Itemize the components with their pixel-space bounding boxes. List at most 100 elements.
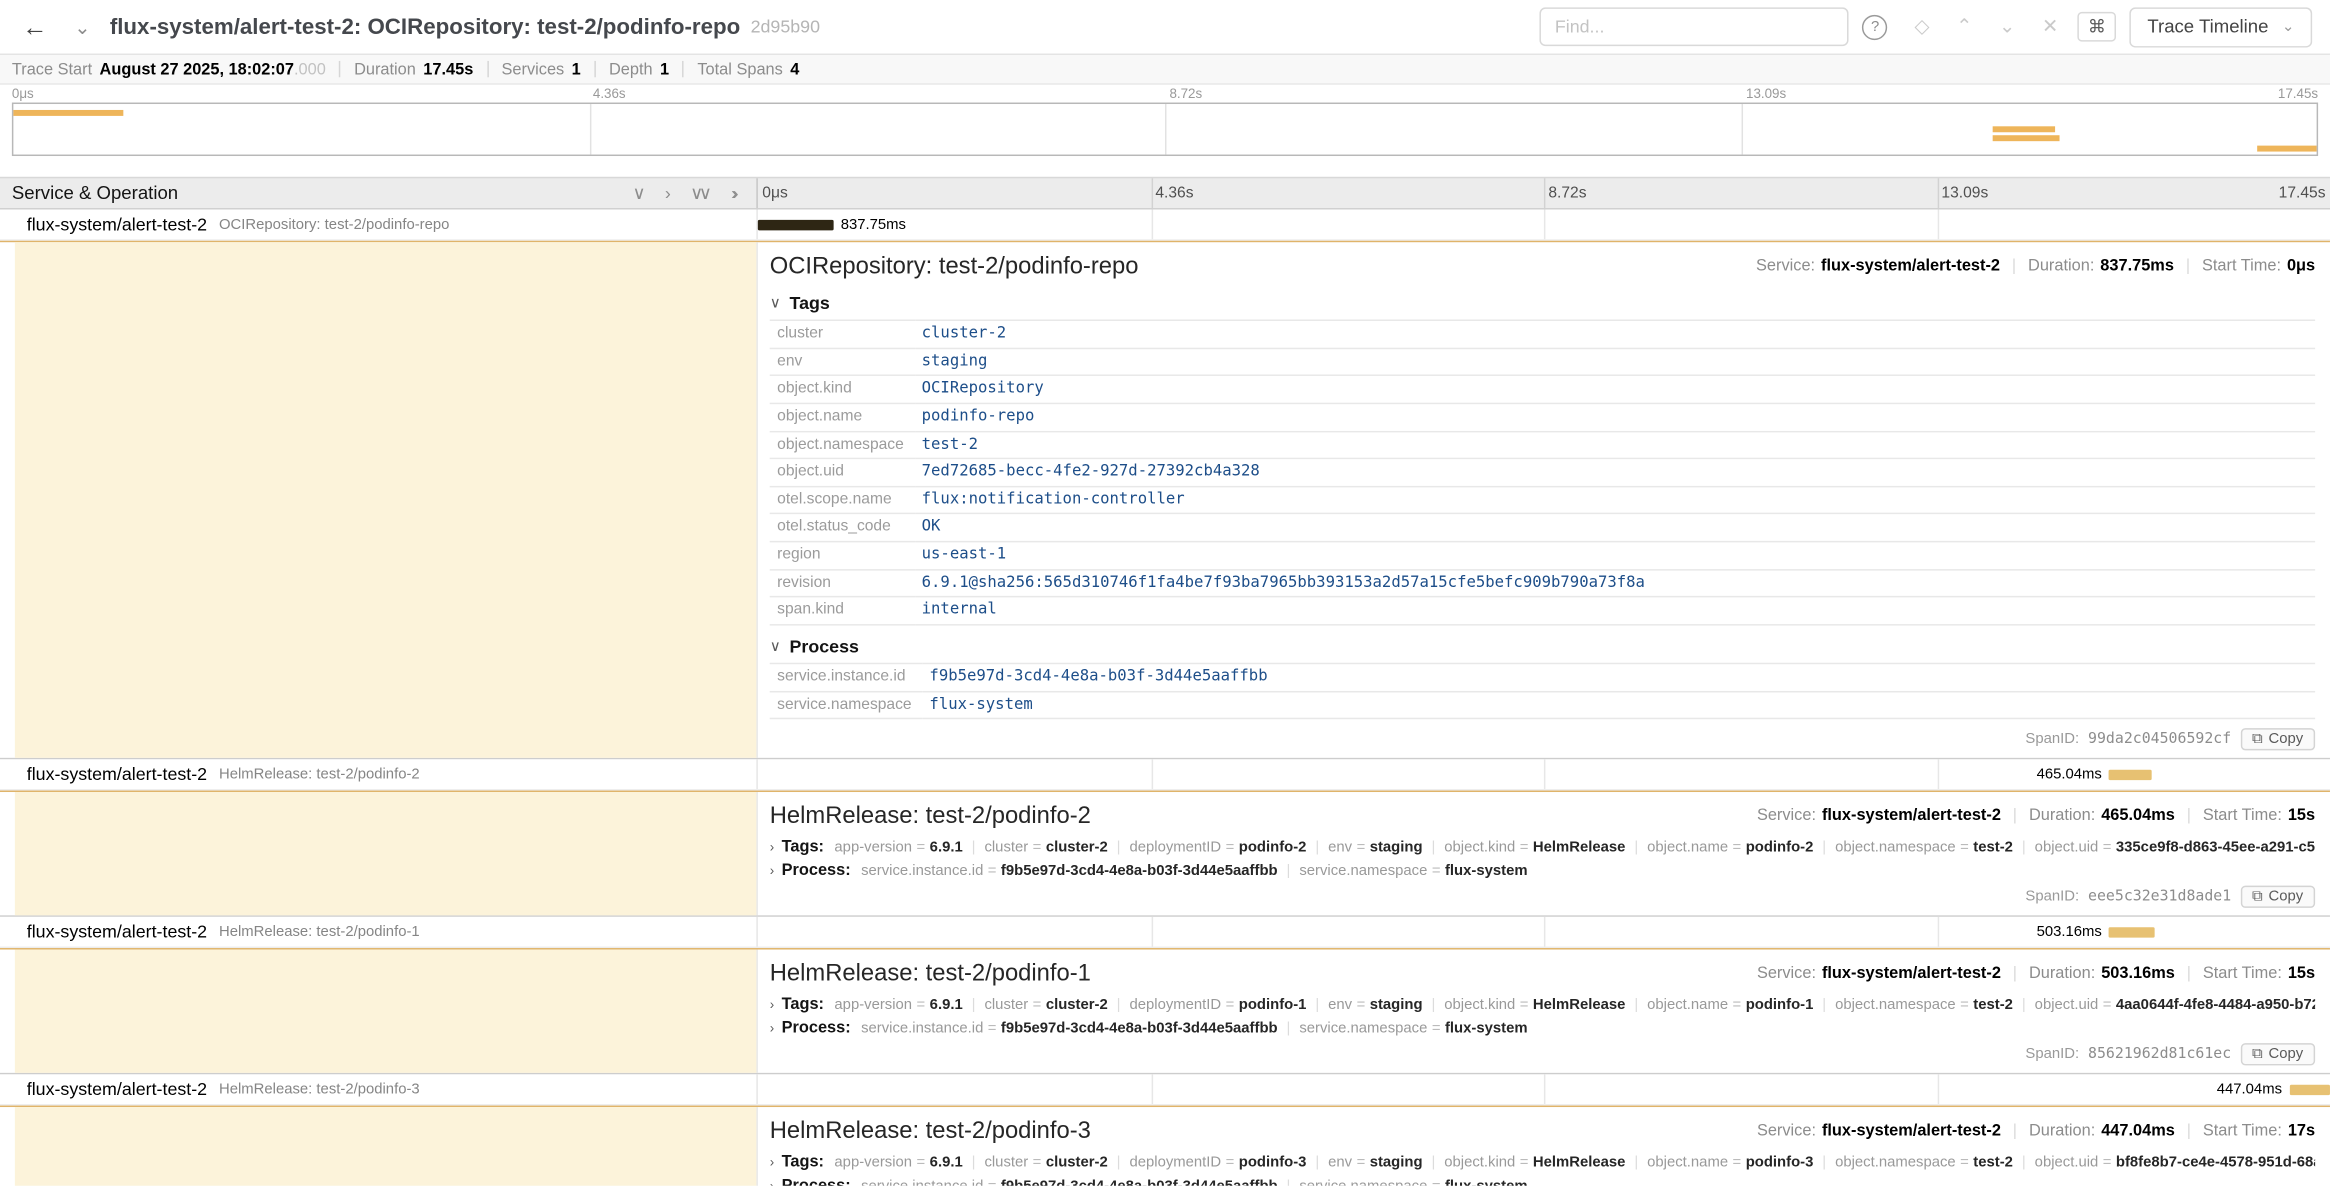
- span-detail-row: HelmRelease: test-2/podinfo-3 Service: f…: [0, 1106, 2330, 1186]
- divider: |: [972, 1154, 976, 1170]
- span-name-cell[interactable]: flux-system/alert-test-2 HelmRelease: te…: [0, 1075, 758, 1105]
- span-detail-footer: SpanID: 85621962d81c61ec ⧉ Copy: [770, 1044, 2315, 1066]
- tag-value: flux:notification-controller: [916, 486, 2315, 514]
- minimap-canvas[interactable]: [12, 103, 2318, 156]
- span-detail-header[interactable]: HelmRelease: test-2/podinfo-1 Service: f…: [770, 960, 2315, 990]
- chevron-right-icon: ›: [770, 864, 774, 879]
- copy-label: Copy: [2269, 1047, 2304, 1063]
- copy-button[interactable]: ⧉ Copy: [2240, 729, 2315, 751]
- keyboard-shortcuts-button[interactable]: ⌘: [2078, 12, 2117, 42]
- chevron-up-icon: ⌃: [1956, 15, 1972, 37]
- gridline: [1544, 760, 1545, 790]
- tags-summary: app-version=6.9.1|cluster=cluster-2|depl…: [834, 1154, 2315, 1170]
- view-selector[interactable]: Trace Timeline ⌄: [2130, 7, 2313, 47]
- tag-pair: service.instance.id=f9b5e97d-3cd4-4e8a-b…: [861, 1178, 1278, 1186]
- span-name-cell[interactable]: flux-system/alert-test-2 HelmRelease: te…: [0, 760, 758, 790]
- back-button[interactable]: ←: [15, 11, 55, 42]
- tag-value: OK: [916, 514, 2315, 542]
- tag-value: 6.9.1@sha256:565d310746f1fa4be7f93ba7965…: [916, 570, 2315, 598]
- span-detail-header[interactable]: HelmRelease: test-2/podinfo-3 Service: f…: [770, 1118, 2315, 1148]
- kv-row: otel.scope.nameflux:notification-control…: [770, 486, 2315, 514]
- start-time-value: 17s: [2288, 1122, 2315, 1140]
- process-accordion[interactable]: › Process: service.instance.id=f9b5e97d-…: [770, 862, 2315, 880]
- service-label: Service:: [1756, 257, 1815, 275]
- tags-accordion[interactable]: ∨ Tags: [770, 293, 2315, 314]
- tag-key: span.kind: [770, 597, 916, 625]
- tag-pair: cluster=cluster-2: [984, 839, 1107, 855]
- trace-title: flux-system/alert-test-2: OCIRepository:…: [110, 14, 740, 39]
- span-service-name: flux-system/alert-test-2: [27, 1079, 207, 1100]
- tags-accordion[interactable]: › Tags: app-version=6.9.1|cluster=cluste…: [770, 1154, 2315, 1172]
- next-result-button[interactable]: ⌄: [1986, 12, 2029, 42]
- span-bar[interactable]: [2109, 770, 2151, 780]
- process-summary: service.instance.id=f9b5e97d-3cd4-4e8a-b…: [861, 1178, 1527, 1186]
- find-input[interactable]: [1540, 7, 1849, 46]
- kv-row: otel.status_codeOK: [770, 514, 2315, 542]
- copy-button[interactable]: ⧉ Copy: [2240, 1044, 2315, 1066]
- tag-pair: object.name=podinfo-1: [1647, 997, 1813, 1013]
- duration-label: Duration:: [2029, 807, 2095, 825]
- process-label: Process:: [782, 1177, 851, 1185]
- collapse-all-button[interactable]: ››: [731, 183, 738, 204]
- tag-pair: cluster=cluster-2: [984, 1154, 1107, 1170]
- process-accordion[interactable]: › Process: service.instance.id=f9b5e97d-…: [770, 1020, 2315, 1038]
- minimap-span-bar: [1993, 135, 2059, 141]
- kv-row: service.namespaceflux-system: [770, 691, 2315, 719]
- span-bar[interactable]: [2109, 928, 2154, 938]
- timeline-collapser: ∨ › ∨∨ ››: [632, 183, 738, 204]
- span-rows: flux-system/alert-test-2 OCIRepository: …: [0, 210, 2330, 1186]
- tag-pair: service.namespace=flux-system: [1299, 863, 1527, 879]
- focus-span-button[interactable]: ◇: [1901, 12, 1943, 42]
- tag-pair: app-version=6.9.1: [834, 997, 962, 1013]
- chevron-down-icon: ⌄: [1999, 15, 2015, 37]
- span-duration-label: 465.04ms: [2037, 767, 2102, 783]
- span-detail-header[interactable]: OCIRepository: test-2/podinfo-repo Servi…: [770, 253, 2315, 283]
- tag-key: env: [770, 348, 916, 376]
- services-label: Services: [502, 60, 565, 78]
- gridline: [1741, 104, 1742, 155]
- copy-button[interactable]: ⧉ Copy: [2240, 886, 2315, 908]
- tag-value: podinfo-repo: [916, 403, 2315, 431]
- process-accordion[interactable]: › Process: service.instance.id=f9b5e97d-…: [770, 1177, 2315, 1185]
- span-id-label: SpanID:: [2025, 732, 2079, 748]
- span-name-cell[interactable]: flux-system/alert-test-2 OCIRepository: …: [0, 210, 758, 240]
- span-name-row: flux-system/alert-test-2 OCIRepository: …: [0, 210, 2330, 241]
- span-name-cell[interactable]: flux-system/alert-test-2 HelmRelease: te…: [0, 917, 758, 947]
- span-detail-header[interactable]: HelmRelease: test-2/podinfo-2 Service: f…: [770, 803, 2315, 833]
- span-bar[interactable]: [2289, 1085, 2329, 1095]
- minimap-tick: 13.09s: [1742, 86, 1787, 101]
- divider: |: [1431, 997, 1435, 1013]
- tags-accordion[interactable]: › Tags: app-version=6.9.1|cluster=cluste…: [770, 839, 2315, 857]
- span-bar[interactable]: [758, 220, 833, 230]
- duration-label: Duration:: [2028, 257, 2094, 275]
- question-icon: ?: [1871, 19, 1879, 35]
- top-bar: ← ⌄ flux-system/alert-test-2: OCIReposit…: [0, 0, 2330, 55]
- expand-all-button[interactable]: ∨∨: [690, 183, 712, 204]
- span-timeline-cell: 465.04ms: [758, 760, 2330, 790]
- span-detail-panel: HelmRelease: test-2/podinfo-2 Service: f…: [758, 793, 2330, 916]
- span-timeline-cell: 447.04ms: [758, 1075, 2330, 1105]
- divider: |: [2013, 1122, 2017, 1140]
- span-detail-indent: [0, 950, 758, 1073]
- clear-search-button[interactable]: ✕: [2029, 12, 2072, 42]
- help-button[interactable]: ?: [1862, 14, 1887, 39]
- tag-key: object.namespace: [770, 431, 916, 459]
- process-accordion[interactable]: ∨ Process: [770, 636, 2315, 657]
- collapse-trace-button[interactable]: ⌄: [67, 14, 98, 39]
- span-detail-title: HelmRelease: test-2/podinfo-2: [770, 803, 1091, 833]
- gridline: [1937, 917, 1938, 947]
- service-value: flux-system/alert-test-2: [1821, 257, 2000, 275]
- process-summary: service.instance.id=f9b5e97d-3cd4-4e8a-b…: [861, 863, 1527, 879]
- divider: |: [2187, 965, 2191, 983]
- start-time-label: Start Time:: [2203, 807, 2282, 825]
- collapse-one-level-button[interactable]: ›: [665, 183, 671, 204]
- gridline: [1151, 917, 1152, 947]
- span-detail-indent: [0, 793, 758, 916]
- tags-accordion[interactable]: › Tags: app-version=6.9.1|cluster=cluste…: [770, 996, 2315, 1014]
- span-name-row: flux-system/alert-test-2 HelmRelease: te…: [0, 917, 2330, 948]
- trace-start-value: August 27 2025, 18:02:07.000: [100, 60, 326, 78]
- prev-result-button[interactable]: ⌃: [1943, 12, 1986, 42]
- duration-value: 447.04ms: [2101, 1122, 2175, 1140]
- expand-one-level-button[interactable]: ∨: [632, 183, 645, 204]
- duration-value: 503.16ms: [2101, 965, 2175, 983]
